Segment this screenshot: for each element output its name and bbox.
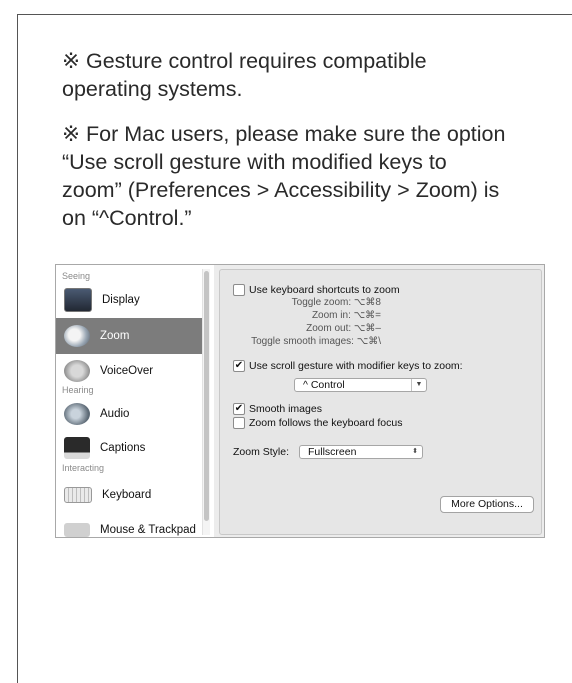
mouse-icon — [64, 523, 90, 537]
zoom-style-value: Fullscreen — [308, 446, 357, 458]
sidebar-item-display[interactable]: Display — [56, 282, 210, 318]
chevron-down-icon: ▼ — [411, 379, 426, 391]
follow-focus-checkbox[interactable] — [233, 417, 245, 429]
scroll-gesture-label: Use scroll gesture with modifier keys to… — [249, 360, 463, 372]
sidebar-scrollbar[interactable] — [202, 269, 210, 535]
zoom-settings-panel: Use keyboard shortcuts to zoom Toggle zo… — [219, 269, 542, 535]
sidebar-item-label: VoiceOver — [100, 365, 154, 377]
section-interacting: Interacting — [62, 463, 105, 473]
modifier-key-select[interactable]: ^ Control ▼ — [294, 378, 427, 392]
sidebar-item-label: Display — [102, 294, 140, 306]
keyboard-shortcuts-option[interactable]: Use keyboard shortcuts to zoom — [233, 284, 400, 296]
follow-focus-label: Zoom follows the keyboard focus — [249, 417, 403, 429]
keyboard-shortcuts-label: Use keyboard shortcuts to zoom — [249, 284, 400, 296]
scroll-thumb[interactable] — [204, 271, 209, 521]
sidebar: Seeing Display Zoom VoiceOver Hearing Au… — [56, 265, 214, 537]
gesture-note: ※ Gesture control requires compatible op… — [62, 49, 427, 101]
section-seeing: Seeing — [62, 271, 91, 281]
hint-toggle-smooth-images: Toggle smooth images: ⌥⌘\ — [251, 336, 381, 347]
follow-focus-option[interactable]: Zoom follows the keyboard focus — [233, 417, 403, 429]
voiceover-icon — [64, 360, 90, 382]
accessibility-preferences-screenshot: Seeing Display Zoom VoiceOver Hearing Au… — [55, 264, 545, 538]
hint-zoom-out: Zoom out: ⌥⌘– — [306, 323, 381, 334]
sidebar-item-label: Mouse & Trackpad — [100, 524, 196, 536]
keyboard-icon — [64, 487, 92, 503]
hint-toggle-zoom: Toggle zoom: ⌥⌘8 — [291, 297, 381, 308]
display-icon — [64, 288, 92, 312]
keyboard-shortcuts-checkbox[interactable] — [233, 284, 245, 296]
mac-note: ※ For Mac users, please make sure the op… — [62, 122, 506, 230]
more-options-button[interactable]: More Options... — [440, 496, 534, 513]
sidebar-item-label: Keyboard — [102, 489, 152, 501]
modifier-key-value: ^ Control — [303, 379, 345, 391]
sidebar-item-label: Zoom — [100, 330, 130, 342]
audio-icon — [64, 403, 90, 425]
zoom-style-label: Zoom Style: — [233, 446, 290, 458]
sidebar-item-captions[interactable]: Captions — [56, 430, 210, 466]
zoom-style-select[interactable]: Fullscreen ⬍ — [299, 445, 423, 459]
smooth-images-option[interactable]: ✔ Smooth images — [233, 403, 322, 415]
scroll-gesture-checkbox[interactable]: ✔ — [233, 360, 245, 372]
smooth-images-label: Smooth images — [249, 403, 322, 415]
updown-arrows-icon: ⬍ — [412, 448, 418, 455]
sidebar-item-mouse-trackpad[interactable]: Mouse & Trackpad — [56, 512, 210, 537]
sidebar-item-label: Audio — [100, 408, 130, 420]
sidebar-item-keyboard[interactable]: Keyboard — [56, 477, 210, 513]
sidebar-item-label: Captions — [100, 442, 146, 454]
scroll-gesture-option[interactable]: ✔ Use scroll gesture with modifier keys … — [233, 360, 463, 372]
sidebar-item-voiceover[interactable]: VoiceOver — [56, 353, 210, 389]
smooth-images-checkbox[interactable]: ✔ — [233, 403, 245, 415]
section-hearing: Hearing — [62, 385, 94, 395]
sidebar-item-zoom[interactable]: Zoom — [56, 318, 210, 354]
sidebar-item-audio[interactable]: Audio — [56, 396, 210, 432]
hint-zoom-in: Zoom in: ⌥⌘= — [311, 310, 381, 321]
zoom-icon — [64, 325, 90, 347]
captions-icon — [64, 437, 90, 459]
